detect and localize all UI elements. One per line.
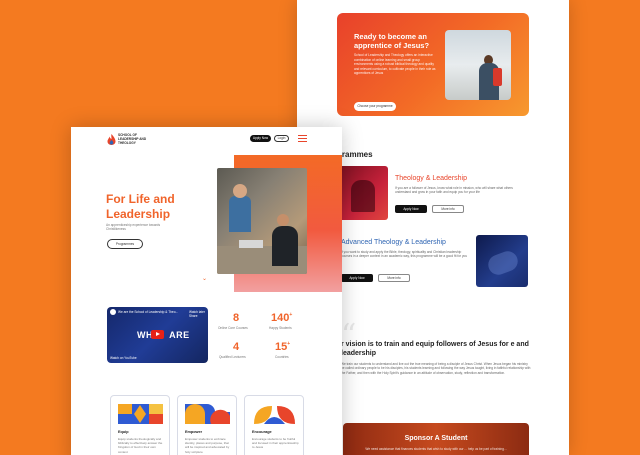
video-player[interactable]: We are the School of Leadership & Theo..… <box>107 307 208 363</box>
programmes-button[interactable]: Programmes <box>107 239 143 249</box>
play-icon[interactable] <box>151 330 164 339</box>
hero-subtitle: An apprenticeship experience towards Chr… <box>106 223 161 232</box>
card-title: Empower <box>185 430 203 434</box>
card-text: Encourage students to be fruitful and fo… <box>252 437 299 450</box>
channel-avatar <box>110 309 116 315</box>
empower-card: Empower Empower students to embrace iden… <box>177 395 237 455</box>
stat-label: Qualified Lecturers <box>219 355 246 359</box>
stat-label: Countries <box>275 355 289 359</box>
sponsor-text: We need assistance that finances student… <box>365 447 507 451</box>
equip-card: Equip Equip students theologically and b… <box>110 395 170 455</box>
hero-title: For Life and Leadership <box>106 192 175 221</box>
banner-text: School of Leadership and Theology offers… <box>354 53 436 76</box>
card-title: Equip <box>118 430 129 434</box>
front-page: SCHOOL OF LEADERSHIP AND THEOLOGY Apply … <box>71 127 342 455</box>
chevron-down-icon[interactable]: ⌄ <box>202 275 207 282</box>
stat-value: 4 <box>233 341 240 353</box>
video-actions[interactable]: Watch later Share <box>189 310 208 318</box>
classroom-photo <box>217 168 307 274</box>
stat-value: 15+ <box>275 341 291 353</box>
programme-title[interactable]: Advanced Theology & Leadership <box>341 239 446 246</box>
hiker-photo <box>445 30 511 100</box>
advanced-theology-image <box>476 235 528 287</box>
logo-text[interactable]: SCHOOL OF LEADERSHIP AND THEOLOGY <box>118 133 158 145</box>
video-title[interactable]: We are the School of Leadership & Theo..… <box>118 310 188 314</box>
hamburger-menu-icon[interactable] <box>298 135 307 142</box>
programmes-heading: grammes <box>337 150 373 159</box>
vision-text: We train our students to understand and … <box>341 362 531 375</box>
card-title: Encourage <box>252 430 272 434</box>
sponsor-title: Sponsor A Student <box>404 435 468 442</box>
programme-text: If you are a follower of Jesus, know wha… <box>395 186 513 195</box>
vision-heading: r vision is to train and equip followers… <box>341 341 529 357</box>
stat-label: Happy Students <box>269 326 292 330</box>
card-text: Empower students to embrace identity, pl… <box>185 437 230 454</box>
card-text: Equip students theologically and biblica… <box>118 437 163 454</box>
programme-title[interactable]: Theology & Leadership <box>395 175 467 182</box>
encourage-card: Encourage Encourage students to be fruit… <box>244 395 304 455</box>
more-info-button[interactable]: More info <box>432 205 464 213</box>
apprentice-banner: Ready to become an apprentice of Jesus? … <box>337 13 529 116</box>
equip-icon <box>118 404 163 424</box>
empower-icon <box>185 404 230 424</box>
stat-value: 8 <box>233 312 240 324</box>
nav-login-button[interactable]: Login <box>274 135 289 142</box>
watch-on-youtube-link[interactable]: Watch on YouTube <box>110 356 137 360</box>
apply-now-button[interactable]: Apply Now <box>341 274 373 282</box>
nav-apply-button[interactable]: Apply Now <box>250 135 271 142</box>
apply-now-button[interactable]: Apply Now <box>395 205 427 213</box>
stat-value: 140+ <box>271 312 293 324</box>
encourage-icon <box>252 404 297 424</box>
sponsor-banner: Sponsor A Student We need assistance tha… <box>343 423 529 455</box>
more-info-button[interactable]: More info <box>378 274 410 282</box>
banner-title: Ready to become an apprentice of Jesus? <box>354 32 430 50</box>
programme-text: If you want to study and apply the Bible… <box>341 250 468 259</box>
stat-label: Online Core Courses <box>218 326 248 330</box>
choose-programme-button[interactable]: Choose your programme <box>354 102 396 111</box>
theology-leadership-image <box>337 166 388 220</box>
flame-logo-icon[interactable] <box>107 134 116 145</box>
